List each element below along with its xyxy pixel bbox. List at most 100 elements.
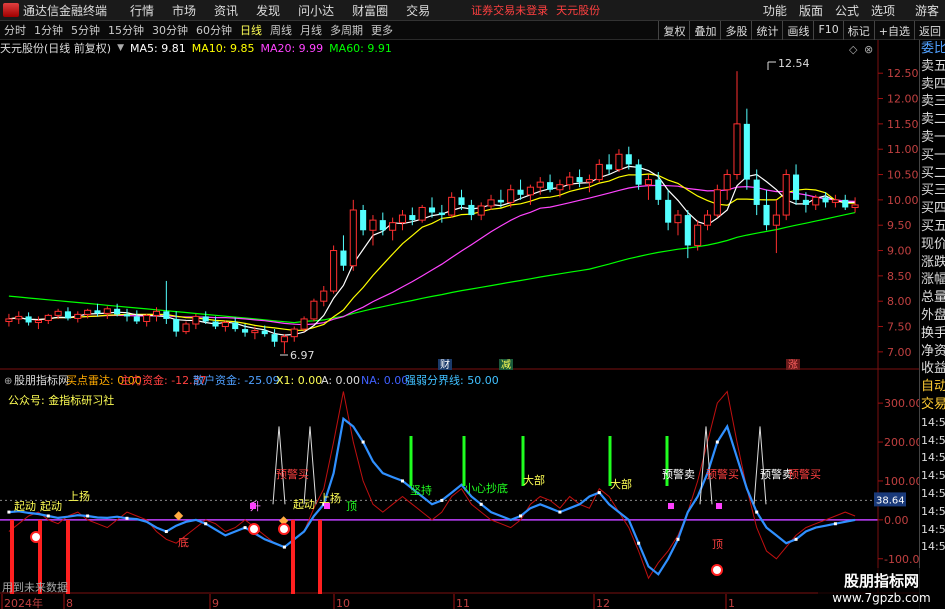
price-tick-label: 12.50 [887, 67, 919, 80]
candle [310, 298, 318, 322]
stock-name-label: 天元股份 [556, 4, 601, 17]
price-tick-label: 11.50 [887, 118, 919, 131]
candle [723, 169, 731, 200]
price-tick-label: 9.50 [887, 219, 912, 232]
menu-xuanxiang[interactable]: 选项 [871, 2, 895, 19]
retail-dot [243, 526, 247, 530]
period-60min[interactable]: 60分钟 [192, 22, 236, 38]
period-30min[interactable]: 30分钟 [148, 22, 192, 38]
retail-dot [164, 530, 168, 534]
period-daily[interactable]: 日线 [236, 22, 266, 38]
retail-dot [204, 522, 208, 526]
retail-dot [794, 537, 798, 541]
period-monthly[interactable]: 月线 [296, 22, 326, 38]
tool-multistock-button[interactable]: 多股 [720, 21, 751, 40]
tag-cai[interactable]: 财 [440, 358, 450, 370]
tool-overlay-button[interactable]: 叠加 [689, 21, 720, 40]
candle [360, 204, 367, 236]
purple-marker [716, 503, 722, 509]
candle [713, 184, 721, 218]
ind-tick-label: 200.00 [884, 436, 919, 449]
period-15min[interactable]: 15分钟 [104, 22, 148, 38]
menu-gongneng[interactable]: 功能 [763, 2, 787, 19]
menu-wenxiaoda[interactable]: 问小达 [298, 2, 334, 19]
side-label-14: 总量 [921, 290, 945, 306]
tag-zhang[interactable]: 涨 [788, 359, 798, 370]
side-label-8: 买三 [921, 183, 945, 199]
svg-text:◇: ◇ [849, 43, 858, 56]
retail-dot [400, 479, 404, 483]
login-notice[interactable]: 证券交易未登录 [471, 2, 548, 18]
label-ding: 顶 [712, 538, 723, 551]
candle [173, 311, 180, 337]
ind-current-value: 38.64 [876, 495, 905, 506]
tool-fuquan-button[interactable]: 复权 [658, 21, 689, 40]
side-label-19[interactable]: 自动 [920, 378, 945, 396]
retail-dot [440, 498, 444, 502]
ind-tick-label: 300.00 [884, 397, 919, 410]
menu-zixun[interactable]: 资讯 [214, 2, 238, 19]
price-chart[interactable]: 12.50 12.00 11.50 11.00 10.50 10.00 9.50 9.00 8.… [0, 40, 919, 370]
candle [585, 174, 593, 193]
menu-youke[interactable]: 游客 [915, 2, 939, 19]
candle [635, 159, 642, 190]
period-5min[interactable]: 5分钟 [67, 22, 104, 38]
chart-dropdown-icon[interactable]: ▼ [117, 43, 124, 53]
app-title: 通达信金融终端 [23, 3, 108, 18]
price-tick-label: 12.00 [887, 93, 919, 106]
side-label-6: 买一 [921, 147, 945, 163]
side-label-7: 买二 [921, 165, 945, 181]
candle [64, 307, 72, 321]
menu-faxian[interactable]: 发现 [256, 2, 280, 19]
label-qidong: 起动 [293, 498, 315, 511]
candle [665, 189, 672, 231]
indicator-dropdown-icon[interactable]: ⊕ [4, 376, 12, 387]
label-dabu: 大部 [610, 477, 632, 491]
tool-add-favorite-button[interactable]: +自选 [873, 21, 914, 40]
side-label-5: 卖一 [921, 129, 945, 145]
candle [595, 159, 603, 183]
tag-jian[interactable]: 减 [501, 359, 511, 370]
menu-jiaoyi[interactable]: 交易 [406, 2, 430, 19]
trade-time: 14:56 [921, 522, 945, 536]
side-label-4: 卖二 [921, 112, 945, 128]
candle [290, 326, 298, 342]
tool-drawline-button[interactable]: 画线 [782, 21, 813, 40]
tool-mark-button[interactable]: 标记 [842, 21, 874, 40]
side-label-11: 现价 [921, 236, 945, 252]
trade-time: 14:56 [921, 486, 945, 500]
tool-back-button[interactable]: 返回 [914, 21, 945, 40]
period-fenshi[interactable]: 分时 [0, 22, 30, 38]
period-more[interactable]: 更多 [367, 22, 397, 38]
menu-caifuquan[interactable]: 财富圈 [352, 2, 388, 19]
candle [44, 313, 52, 324]
candle [232, 317, 239, 332]
menu-hangqing[interactable]: 行情 [130, 2, 154, 19]
tool-f10-button[interactable]: F10 [813, 21, 842, 40]
side-label-1: 卖五 [921, 58, 945, 74]
menu-shichang[interactable]: 市场 [172, 2, 196, 19]
candle [15, 311, 23, 324]
candle [340, 235, 347, 271]
candle [271, 329, 278, 347]
purple-marker [324, 503, 330, 509]
wechat-label: 公众号: 金指标研习社 [8, 393, 114, 407]
menu-gongshi[interactable]: 公式 [835, 2, 859, 19]
indicator-chart[interactable]: 300.00200.00100.000.00-100.0038.64 ⊕股朋指标… [0, 370, 919, 609]
candle [792, 164, 800, 205]
period-multi[interactable]: 多周期 [326, 22, 367, 38]
side-label-18: 收益 [921, 361, 945, 377]
period-toolbar: 分时 1分钟 5分钟 15分钟 30分钟 60分钟 日线 周线 月线 多周期 更… [0, 21, 945, 40]
period-weekly[interactable]: 周线 [266, 22, 296, 38]
retail-dot [676, 537, 680, 541]
period-1min[interactable]: 1分钟 [30, 22, 67, 38]
candle [851, 197, 859, 213]
side-label-20[interactable]: 交易 [920, 396, 945, 414]
trade-time: 14:56 [921, 451, 945, 465]
tool-stats-button[interactable]: 统计 [751, 21, 782, 40]
date-tick-label: 1 [728, 597, 735, 609]
date-tick-label: 8 [66, 597, 73, 609]
menu-banmian[interactable]: 版面 [799, 2, 823, 19]
sell-signal-bar [318, 519, 322, 594]
label-di: 底 [178, 535, 189, 549]
